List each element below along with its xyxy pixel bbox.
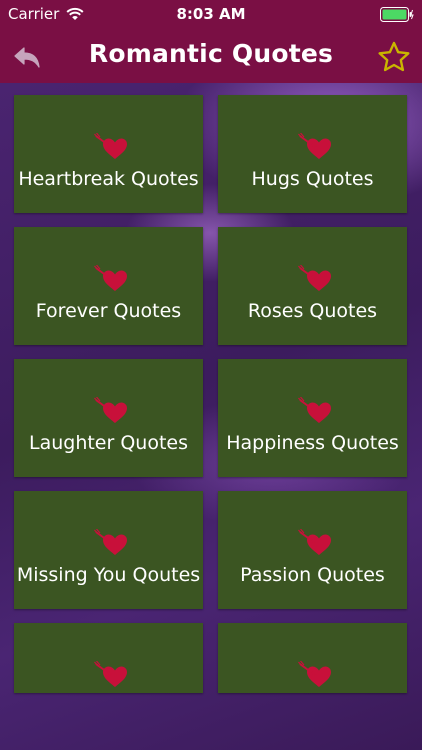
category-grid: Heartbreak Quotes Hugs Quotes Forever Qu… (0, 83, 422, 750)
heart-arrow-icon (298, 528, 334, 557)
heart-arrow-icon (94, 132, 130, 161)
category-label: Passion Quotes (240, 564, 385, 586)
heart-arrow-icon (298, 132, 334, 161)
category-label: Forever Quotes (35, 300, 182, 322)
category-tile[interactable] (218, 623, 407, 693)
category-tile[interactable]: Forever Quotes (14, 227, 203, 345)
category-tile[interactable]: Heartbreak Quotes (14, 95, 203, 213)
heart-arrow-icon (94, 660, 130, 689)
star-outline-icon[interactable] (376, 40, 412, 74)
category-tile[interactable]: Laughter Quotes (14, 359, 203, 477)
battery-icon (380, 7, 414, 26)
category-label: Laughter Quotes (28, 432, 189, 454)
category-label: Hugs Quotes (251, 168, 374, 190)
category-tile[interactable]: Roses Quotes (218, 227, 407, 345)
category-label: Roses Quotes (247, 300, 378, 322)
category-tile[interactable] (14, 623, 203, 693)
navigation-bar: Romantic Quotes (0, 30, 422, 83)
heart-arrow-icon (94, 264, 130, 293)
category-label: Missing You Qoutes (16, 564, 201, 586)
page-title: Romantic Quotes (88, 39, 334, 68)
status-time: 8:03 AM (176, 5, 246, 23)
category-label: Heartbreak Quotes (18, 168, 199, 190)
category-tile[interactable]: Hugs Quotes (218, 95, 407, 213)
heart-arrow-icon (298, 264, 334, 293)
category-tile[interactable]: Missing You Qoutes (14, 491, 203, 609)
heart-arrow-icon (298, 396, 334, 425)
heart-arrow-icon (94, 528, 130, 557)
status-bar: Carrier 8:03 AM (0, 0, 422, 30)
category-tile[interactable]: Happiness Quotes (218, 359, 407, 477)
heart-arrow-icon (94, 396, 130, 425)
category-tile[interactable]: Passion Quotes (218, 491, 407, 609)
heart-arrow-icon (298, 660, 334, 689)
category-label: Happiness Quotes (226, 432, 399, 454)
